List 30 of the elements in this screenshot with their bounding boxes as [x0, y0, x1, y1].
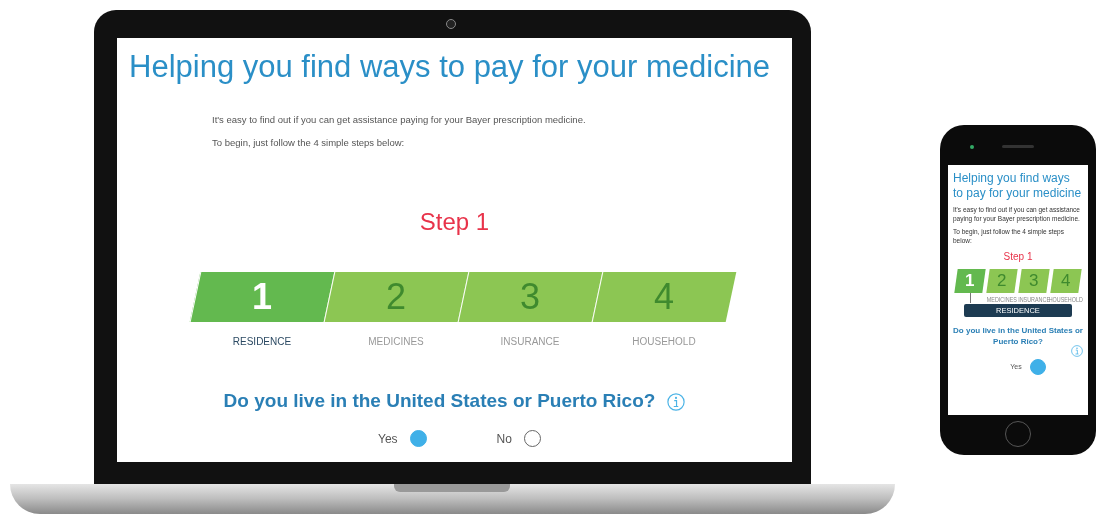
step-label: HOUSEHOLD [632, 335, 696, 350]
step-heading: Step 1 [1003, 250, 1033, 264]
step-segment[interactable]: 4 [1050, 269, 1082, 293]
step-segment[interactable]: 2 [986, 269, 1018, 293]
option-label: No [496, 430, 512, 448]
page-title: Helping you find ways to pay for your medicine [953, 171, 1083, 201]
radio-button[interactable] [523, 430, 541, 448]
step-segment[interactable]: 3 [1018, 269, 1050, 293]
phone-camera-icon [970, 145, 974, 149]
intro-text: To begin, just follow the 4 simple steps below: [212, 136, 406, 150]
info-icon[interactable] [1071, 345, 1083, 358]
step-label: RESIDENCE [232, 335, 292, 350]
step-segment[interactable]: 4 [591, 272, 737, 323]
question-text: Do you live in the United States or Puerto Rico? [223, 389, 656, 414]
step-segment[interactable]: 3 [457, 272, 603, 323]
step-segment[interactable]: 1 [189, 272, 335, 323]
page-title: Helping you find ways to pay for your medicine [128, 48, 771, 86]
step-label: MEDICINES [368, 335, 424, 350]
radio-button[interactable] [1029, 359, 1046, 376]
intro-text: It's easy to find out if you can get assistance paying for your Bayer prescription medicine. [212, 112, 587, 127]
radio-button[interactable] [409, 430, 427, 448]
phone-speaker-icon [1002, 145, 1034, 148]
camera-icon [446, 19, 456, 29]
step-segment[interactable]: 1 [954, 269, 986, 293]
info-icon[interactable] [667, 392, 686, 411]
step-heading: Step 1 [419, 207, 490, 238]
step-segment[interactable]: 2 [323, 272, 469, 323]
step-label: INSURANCE [500, 335, 560, 350]
question-text: Do you live in the United States or Puerto Rico? [953, 325, 1083, 348]
option-label: Yes [378, 430, 398, 448]
